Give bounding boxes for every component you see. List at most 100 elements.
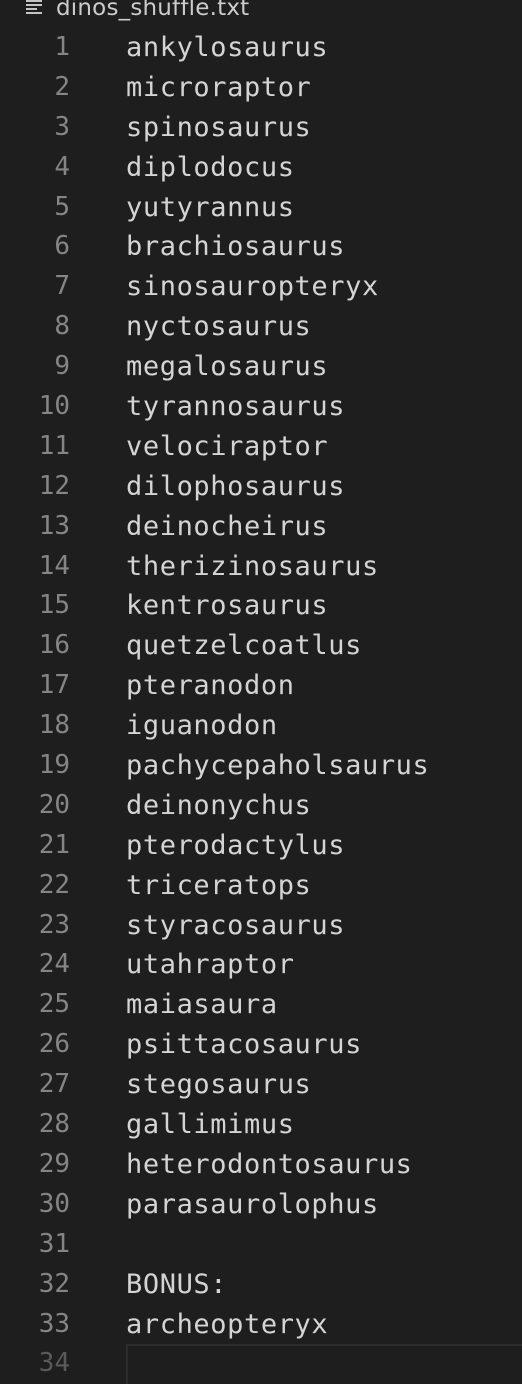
editor-text-area[interactable]: 1 ankylosaurus 2 microraptor 3 spinosaurus 4 di… [0, 28, 522, 1384]
line-number: 13 [38, 510, 70, 541]
line-number: 2 [54, 71, 70, 102]
editor-line[interactable]: 22 triceratops [0, 866, 522, 906]
line-number: 27 [38, 1069, 70, 1100]
editor-line[interactable]: 18 iguanodon [0, 706, 522, 746]
line-number: 20 [38, 789, 70, 820]
line-number: 26 [38, 1029, 70, 1060]
editor-line[interactable]: 30 parasaurolophus [0, 1185, 522, 1225]
editor-line[interactable]: 9 megalosaurus [0, 347, 522, 387]
editor-line[interactable]: 21 pterodactylus [0, 826, 522, 866]
line-text[interactable]: heterodontosaurus [126, 1145, 522, 1185]
editor-line[interactable]: 20 deinonychus [0, 786, 522, 826]
line-text[interactable]: dilophosaurus [126, 467, 522, 507]
editor-line[interactable]: 14 therizinosaurus [0, 547, 522, 587]
line-text[interactable]: BONUS: [126, 1265, 522, 1305]
line-number: 19 [38, 750, 70, 781]
line-number: 16 [38, 630, 70, 661]
line-number: 30 [38, 1188, 70, 1219]
line-text[interactable]: spinosaurus [126, 108, 522, 148]
line-text[interactable]: brachiosaurus [126, 227, 522, 267]
line-number: 12 [38, 470, 70, 501]
editor-line[interactable]: 13 deinocheirus [0, 507, 522, 547]
line-number: 17 [38, 670, 70, 701]
line-text[interactable]: maiasaura [126, 985, 522, 1025]
editor-line[interactable]: 8 nyctosaurus [0, 307, 522, 347]
line-text[interactable]: pachycepaholsaurus [126, 746, 522, 786]
editor-line[interactable]: 26 psittacosaurus [0, 1025, 522, 1065]
line-number: 4 [54, 151, 70, 182]
editor-line[interactable]: 5 yutyrannus [0, 188, 522, 228]
line-text[interactable]: kentrosaurus [126, 586, 522, 626]
line-number: 1 [54, 32, 70, 62]
line-text[interactable]: ankylosaurus [126, 28, 522, 68]
line-number: 29 [38, 1148, 70, 1179]
editor-line[interactable]: 11 velociraptor [0, 427, 522, 467]
line-text[interactable]: velociraptor [126, 427, 522, 467]
editor-line[interactable]: 17 pteranodon [0, 666, 522, 706]
editor-line[interactable]: 12 dilophosaurus [0, 467, 522, 507]
editor-line[interactable]: 24 utahraptor [0, 945, 522, 985]
editor-line[interactable]: 25 maiasaura [0, 985, 522, 1025]
editor-line[interactable]: 23 styracosaurus [0, 906, 522, 946]
editor-line[interactable]: 2 microraptor [0, 68, 522, 108]
line-text[interactable]: stegosaurus [126, 1065, 522, 1105]
line-text[interactable]: therizinosaurus [126, 547, 522, 587]
line-number: 22 [38, 869, 70, 900]
line-text[interactable]: megalosaurus [126, 347, 522, 387]
line-text[interactable]: nyctosaurus [126, 307, 522, 347]
line-text[interactable]: quetzelcoatlus [126, 626, 522, 666]
line-text[interactable]: pteranodon [126, 666, 522, 706]
line-number: 3 [54, 111, 70, 142]
editor-line[interactable]: 28 gallimimus [0, 1105, 522, 1145]
editor-line[interactable]: 29 heterodontosaurus [0, 1145, 522, 1185]
line-number: 9 [54, 351, 70, 382]
current-line-highlight [126, 1344, 522, 1384]
file-tab-header[interactable]: dinos_shuffle.txt [0, 0, 522, 24]
line-number: 21 [38, 829, 70, 860]
line-number: 14 [38, 550, 70, 581]
editor-line[interactable]: 33 archeopteryx [0, 1305, 522, 1345]
editor-line[interactable]: 3 spinosaurus [0, 108, 522, 148]
editor-line[interactable]: 7 sinosauropteryx [0, 267, 522, 307]
editor-line[interactable]: 16 quetzelcoatlus [0, 626, 522, 666]
line-text[interactable]: parasaurolophus [126, 1185, 522, 1225]
line-number: 7 [54, 271, 70, 302]
editor-line[interactable]: 15 kentrosaurus [0, 586, 522, 626]
line-text[interactable]: triceratops [126, 866, 522, 906]
editor-line[interactable]: 27 stegosaurus [0, 1065, 522, 1105]
line-number: 32 [38, 1268, 70, 1299]
line-text[interactable]: tyrannosaurus [126, 387, 522, 427]
line-text[interactable]: yutyrannus [126, 188, 522, 228]
line-number: 15 [38, 590, 70, 621]
line-text[interactable]: sinosauropteryx [126, 267, 522, 307]
editor-line[interactable]: 1 ankylosaurus [0, 28, 522, 68]
line-number: 6 [54, 231, 70, 262]
line-text[interactable]: gallimimus [126, 1105, 522, 1145]
line-text[interactable]: diplodocus [126, 148, 522, 188]
editor-line[interactable]: 10 tyrannosaurus [0, 387, 522, 427]
line-number: 10 [38, 391, 70, 422]
line-text[interactable]: microraptor [126, 68, 522, 108]
editor-line[interactable]: 32 BONUS: [0, 1265, 522, 1305]
line-number: 33 [38, 1308, 70, 1339]
editor-line[interactable]: 19 pachycepaholsaurus [0, 746, 522, 786]
line-number: 34 [38, 1348, 70, 1379]
text-file-icon [26, 0, 42, 18]
editor-line[interactable]: 34 [0, 1344, 522, 1384]
file-name: dinos_shuffle.txt [56, 0, 250, 21]
line-number: 31 [38, 1228, 70, 1259]
line-number: 8 [54, 311, 70, 342]
line-text[interactable]: deinonychus [126, 786, 522, 826]
line-number: 23 [38, 909, 70, 940]
line-text[interactable]: utahraptor [126, 945, 522, 985]
line-text[interactable]: deinocheirus [126, 507, 522, 547]
line-text[interactable]: iguanodon [126, 706, 522, 746]
line-text[interactable]: psittacosaurus [126, 1025, 522, 1065]
line-text[interactable]: pterodactylus [126, 826, 522, 866]
line-text[interactable]: archeopteryx [126, 1305, 522, 1345]
line-number: 5 [54, 191, 70, 222]
line-text[interactable]: styracosaurus [126, 906, 522, 946]
editor-line[interactable]: 6 brachiosaurus [0, 227, 522, 267]
editor-line[interactable]: 31 [0, 1225, 522, 1265]
editor-line[interactable]: 4 diplodocus [0, 148, 522, 188]
